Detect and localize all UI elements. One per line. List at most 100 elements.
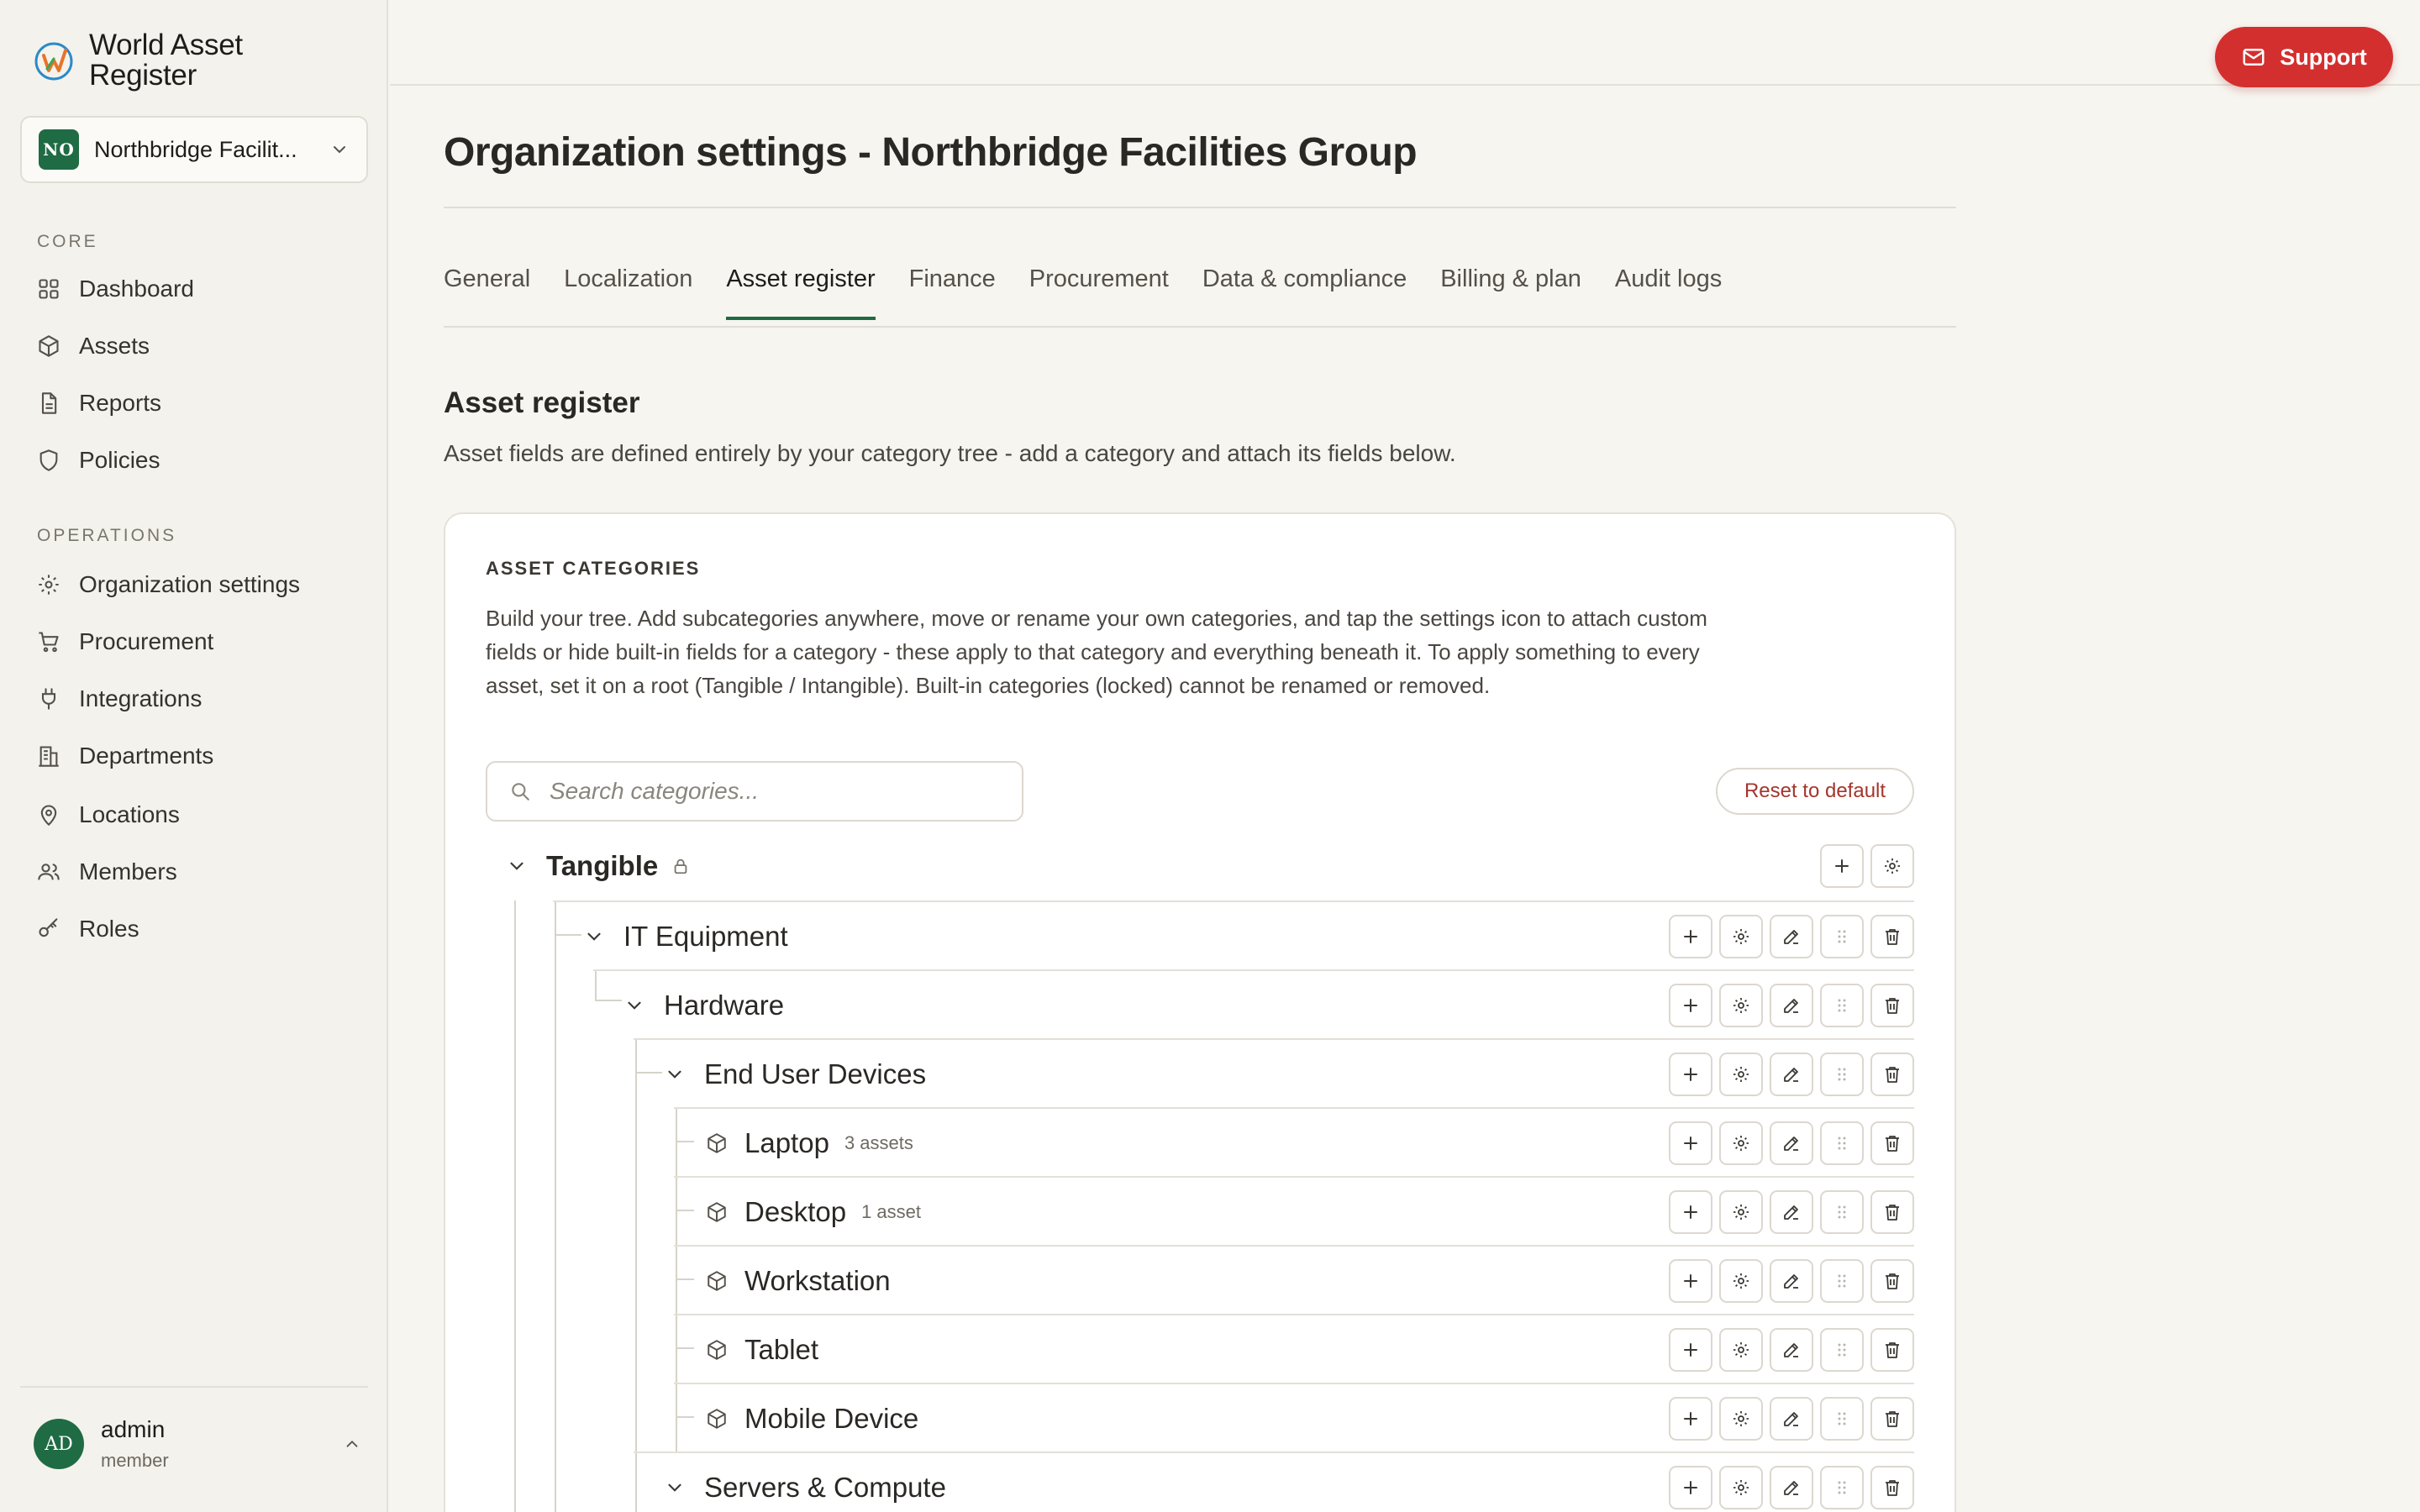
- edit-button[interactable]: [1770, 1397, 1813, 1441]
- nav-item-dashboard[interactable]: Dashboard: [37, 270, 194, 307]
- top-bar: [390, 0, 2420, 86]
- gear-icon: [1733, 1273, 1749, 1289]
- add-button[interactable]: [1669, 984, 1712, 1027]
- add-button[interactable]: [1669, 1259, 1712, 1303]
- gear-button[interactable]: [1719, 984, 1763, 1027]
- tab-localization[interactable]: Localization: [564, 265, 692, 318]
- tab-asset-register[interactable]: Asset register: [726, 265, 876, 320]
- tree-row[interactable]: End User Devices: [634, 1038, 1914, 1107]
- nav-item-procurement[interactable]: Procurement: [37, 623, 213, 660]
- edit-icon: [1784, 1481, 1798, 1495]
- add-icon: [1684, 930, 1697, 943]
- nav-item-assets[interactable]: Assets: [37, 328, 150, 365]
- tab-finance[interactable]: Finance: [909, 265, 996, 318]
- drag-handle-button[interactable]: [1820, 1259, 1864, 1303]
- edit-button[interactable]: [1770, 1190, 1813, 1234]
- edit-button[interactable]: [1770, 1259, 1813, 1303]
- tree-row[interactable]: Tablet: [674, 1314, 1914, 1383]
- drag-handle-button[interactable]: [1820, 915, 1864, 958]
- gear-button[interactable]: [1719, 1397, 1763, 1441]
- gear-button[interactable]: [1719, 1328, 1763, 1372]
- tree-row[interactable]: Mobile Device: [674, 1383, 1914, 1452]
- tree-row[interactable]: Hardware: [593, 969, 1914, 1038]
- trash-button[interactable]: [1870, 1121, 1914, 1165]
- gear-button[interactable]: [1719, 1466, 1763, 1509]
- drag-handle-button[interactable]: [1820, 1121, 1864, 1165]
- trash-button[interactable]: [1870, 1397, 1914, 1441]
- tree-row[interactable]: Workstation: [674, 1245, 1914, 1314]
- chevron-down-icon[interactable]: [506, 855, 528, 877]
- section-description: Asset fields are defined entirely by you…: [444, 440, 1456, 466]
- chevron-down-icon[interactable]: [664, 1477, 686, 1499]
- gear-button[interactable]: [1719, 1121, 1763, 1165]
- trash-button[interactable]: [1870, 1259, 1914, 1303]
- drag-handle-button[interactable]: [1820, 1053, 1864, 1096]
- tree-row[interactable]: Desktop 1 asset: [674, 1176, 1914, 1245]
- add-button[interactable]: [1669, 1466, 1712, 1509]
- add-button[interactable]: [1669, 915, 1712, 958]
- org-badge: NO: [39, 129, 79, 170]
- edit-button[interactable]: [1770, 915, 1813, 958]
- gear-button[interactable]: [1719, 1053, 1763, 1096]
- tab-billing-plan[interactable]: Billing & plan: [1440, 265, 1581, 318]
- nav-item-roles[interactable]: Roles: [37, 911, 139, 948]
- edit-button[interactable]: [1770, 1328, 1813, 1372]
- tab-general[interactable]: General: [444, 265, 530, 318]
- gear-button[interactable]: [1719, 915, 1763, 958]
- edit-button[interactable]: [1770, 1466, 1813, 1509]
- chevron-down-icon[interactable]: [664, 1063, 686, 1085]
- edit-button[interactable]: [1770, 1053, 1813, 1096]
- gear-button[interactable]: [1870, 844, 1914, 888]
- tree-row[interactable]: Tangible: [486, 832, 1914, 900]
- drag-handle-button[interactable]: [1820, 1397, 1864, 1441]
- brand[interactable]: World Asset Register: [32, 30, 274, 91]
- trash-button[interactable]: [1870, 984, 1914, 1027]
- nav-item-policies[interactable]: Policies: [37, 442, 160, 479]
- cube-icon: [708, 1133, 726, 1153]
- chevron-down-icon[interactable]: [623, 995, 645, 1016]
- add-button[interactable]: [1669, 1328, 1712, 1372]
- nav-item-organization-settings[interactable]: Organization settings: [37, 566, 300, 603]
- nav-item-reports[interactable]: Reports: [37, 385, 161, 422]
- tree-row[interactable]: IT Equipment: [553, 900, 1914, 969]
- drag-handle-button[interactable]: [1820, 1190, 1864, 1234]
- add-button[interactable]: [1669, 1121, 1712, 1165]
- nav-item-integrations[interactable]: Integrations: [37, 680, 202, 717]
- gear-button[interactable]: [1719, 1259, 1763, 1303]
- users-icon: [38, 864, 60, 880]
- trash-button[interactable]: [1870, 1053, 1914, 1096]
- chevron-down-icon[interactable]: [583, 926, 605, 948]
- user-menu[interactable]: AD admin member: [34, 1416, 361, 1472]
- add-button[interactable]: [1669, 1190, 1712, 1234]
- trash-button[interactable]: [1870, 1328, 1914, 1372]
- trash-icon: [1886, 1342, 1899, 1358]
- nav-item-departments[interactable]: Departments: [37, 738, 213, 774]
- reset-to-default-button[interactable]: Reset to default: [1716, 768, 1914, 815]
- drag-handle-button[interactable]: [1820, 984, 1864, 1027]
- tree-row[interactable]: Laptop 3 assets: [674, 1107, 1914, 1176]
- trash-button[interactable]: [1870, 915, 1914, 958]
- gear-button[interactable]: [1719, 1190, 1763, 1234]
- tree-row[interactable]: Servers & Compute: [634, 1452, 1914, 1512]
- support-button[interactable]: Support: [2215, 27, 2393, 87]
- category-name: Mobile Device: [744, 1403, 919, 1434]
- nav-item-members[interactable]: Members: [37, 853, 177, 890]
- edit-button[interactable]: [1770, 984, 1813, 1027]
- nav-item-locations[interactable]: Locations: [37, 796, 180, 833]
- edit-button[interactable]: [1770, 1121, 1813, 1165]
- tab-procurement[interactable]: Procurement: [1029, 265, 1169, 318]
- add-button[interactable]: [1669, 1053, 1712, 1096]
- chevron-down-icon: [334, 146, 345, 154]
- org-name: Northbridge Facilit...: [94, 136, 297, 162]
- drag-handle-button[interactable]: [1820, 1466, 1864, 1509]
- drag-handle-button[interactable]: [1820, 1328, 1864, 1372]
- organization-switcher[interactable]: NO Northbridge Facilit...: [20, 116, 368, 183]
- add-button[interactable]: [1669, 1397, 1712, 1441]
- add-button[interactable]: [1820, 844, 1864, 888]
- trash-button[interactable]: [1870, 1466, 1914, 1509]
- category-search-input[interactable]: [550, 778, 1003, 805]
- tab-audit-logs[interactable]: Audit logs: [1615, 265, 1722, 318]
- trash-button[interactable]: [1870, 1190, 1914, 1234]
- cart-icon: [39, 632, 59, 653]
- tab-data-compliance[interactable]: Data & compliance: [1202, 265, 1407, 318]
